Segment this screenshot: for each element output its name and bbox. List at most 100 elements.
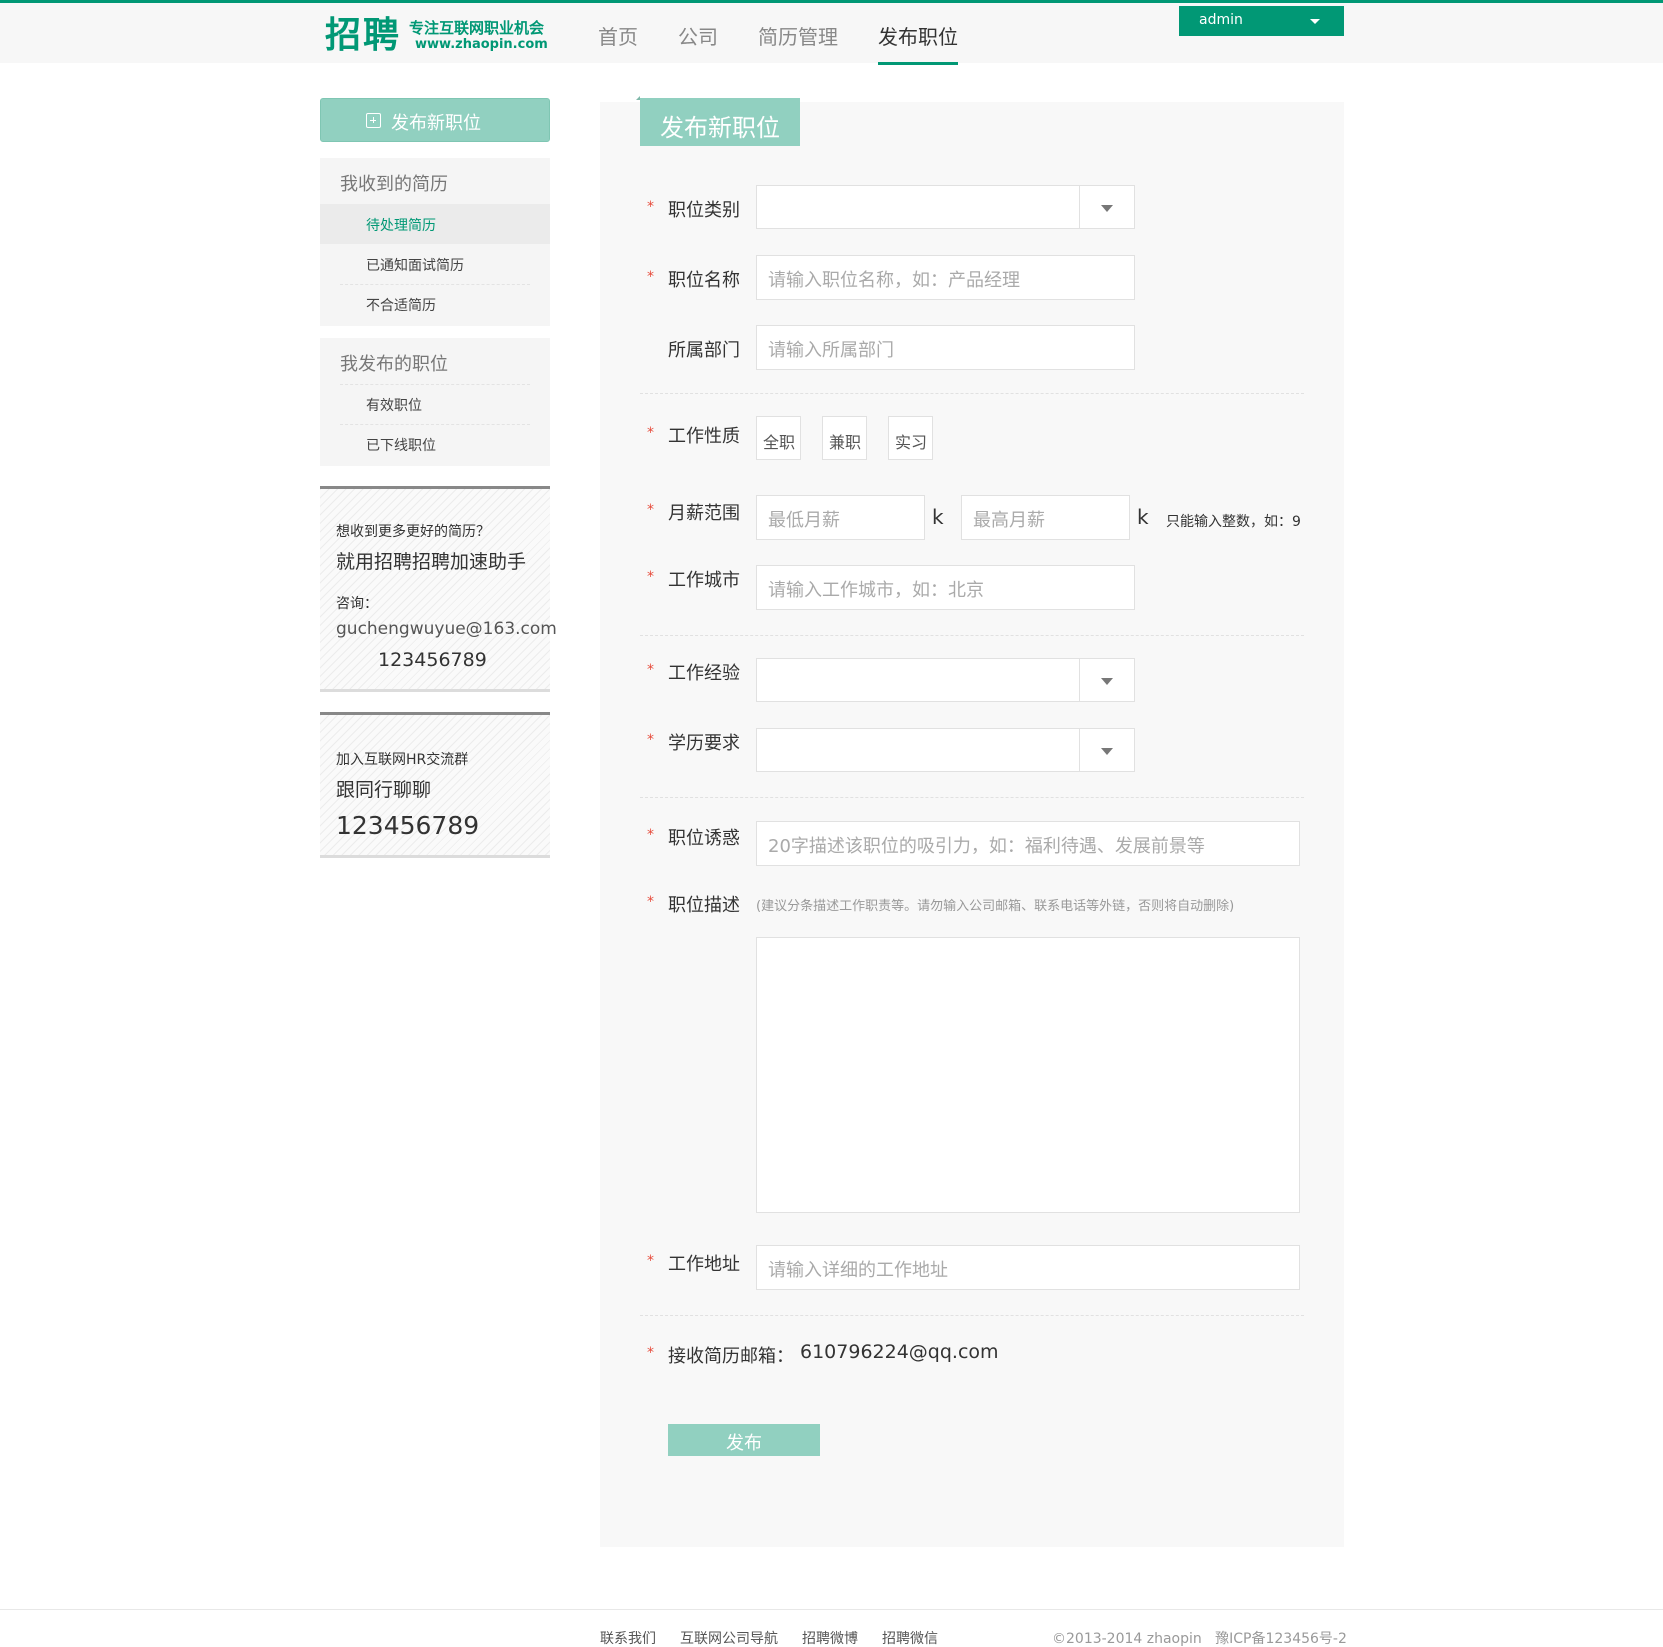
required-mark: *: [647, 894, 654, 910]
job-name-input[interactable]: 请输入职位名称，如：产品经理: [756, 255, 1135, 300]
promo-accelerator: 想收到更多更好的简历？ 就用招聘招聘加速助手 咨询： guchengwuyue@…: [320, 486, 557, 692]
required-mark: *: [647, 425, 654, 441]
job-description-label: 职位描述: [668, 895, 740, 916]
job-description-textarea[interactable]: [756, 937, 1300, 1213]
promo-line: 跟同行聊聊: [336, 779, 432, 801]
salary-hint: 只能输入整数，如：9: [1166, 514, 1301, 530]
job-type-label: 工作性质: [668, 426, 740, 447]
required-mark: *: [647, 502, 654, 518]
job-type-option-label: 全职: [763, 433, 796, 452]
copyright-text: ©2013-2014 zhaopin: [1052, 1631, 1202, 1647]
section-divider: [640, 797, 1304, 798]
footer-link-contact[interactable]: 联系我们: [600, 1628, 656, 1647]
footer-copyright: ©2013-2014 zhaopin 豫ICP备123456号-2: [1052, 1628, 1347, 1647]
job-type-internship[interactable]: 实习: [888, 416, 933, 460]
address-placeholder: 请输入详细的工作地址: [768, 1260, 948, 1281]
select-toggle[interactable]: [1079, 659, 1134, 701]
job-lure-input[interactable]: 20字描述该职位的吸引力，如：福利待遇、发展前景等: [756, 821, 1300, 866]
promo-phone: 123456789: [378, 649, 487, 671]
nav-publish-job[interactable]: 发布职位: [878, 21, 958, 50]
required-mark: *: [647, 199, 654, 215]
required-mark: *: [647, 662, 654, 678]
salary-min-input[interactable]: 最低月薪: [756, 495, 925, 540]
experience-label: 工作经验: [668, 663, 740, 684]
promo-email: guchengwuyue@163.com: [336, 619, 557, 639]
select-toggle[interactable]: [1079, 729, 1134, 771]
menu-item-unsuitable-resumes[interactable]: 不合适简历: [320, 284, 550, 324]
menu-item-offline-jobs[interactable]: 已下线职位: [320, 424, 550, 464]
menu-item-label: 已下线职位: [366, 438, 436, 454]
nav-active-indicator: [878, 62, 958, 65]
user-name: admin: [1199, 12, 1243, 28]
promo-line: 加入互联网HR交流群: [336, 752, 469, 768]
form-title: 发布新职位: [636, 96, 800, 146]
publish-new-job-label: 发布新职位: [391, 113, 481, 134]
footer-link-company-nav[interactable]: 互联网公司导航: [680, 1628, 778, 1647]
form-title-text: 发布新职位: [660, 114, 780, 142]
promo-hr-group: 加入互联网HR交流群 跟同行聊聊 123456789: [320, 712, 550, 858]
menu-item-pending-resumes[interactable]: 待处理简历: [320, 204, 550, 244]
job-lure-placeholder: 20字描述该职位的吸引力，如：福利待遇、发展前景等: [768, 836, 1205, 857]
section-divider: [640, 1315, 1304, 1316]
publish-job-form: 发布新职位 * 职位类别 * 职位名称 请输入职位名称，如：产品经理 所属部门 …: [600, 96, 1344, 1547]
job-type-option-label: 实习: [895, 433, 928, 452]
salary-max-placeholder: 最高月薪: [973, 510, 1045, 531]
required-mark: *: [647, 827, 654, 843]
menu-item-active-jobs[interactable]: 有效职位: [320, 384, 550, 424]
caret-down-icon: [1310, 19, 1320, 24]
address-input[interactable]: 请输入详细的工作地址: [756, 1245, 1300, 1290]
job-name-placeholder: 请输入职位名称，如：产品经理: [768, 270, 1020, 291]
promo-line: 咨询：: [336, 596, 378, 612]
job-lure-label: 职位诱惑: [668, 828, 740, 849]
nav-resume-management[interactable]: 简历管理: [758, 21, 838, 50]
job-name-label: 职位名称: [668, 270, 740, 291]
resume-email-label: 接收简历邮箱：: [668, 1346, 794, 1367]
salary-max-unit: k: [1137, 505, 1149, 529]
menu-item-label: 已通知面试简历: [366, 258, 464, 274]
department-input[interactable]: 请输入所属部门: [756, 325, 1135, 370]
department-placeholder: 请输入所属部门: [768, 340, 894, 361]
submit-button-label: 发布: [726, 1433, 762, 1454]
menu-item-label: 待处理简历: [366, 218, 436, 234]
education-select[interactable]: [756, 728, 1135, 772]
site-logo[interactable]: 招聘 专注互联网职业机会 www.zhaopin.com: [325, 15, 555, 60]
triangle-down-icon: [1101, 205, 1113, 212]
promo-line: 想收到更多更好的简历？: [336, 524, 490, 540]
resume-email-value: 610796224@qq.com: [800, 1341, 999, 1363]
top-header: 招聘 专注互联网职业机会 www.zhaopin.com 首页 公司 简历管理 …: [0, 0, 1663, 65]
logo-url: www.zhaopin.com: [415, 37, 548, 52]
user-dropdown[interactable]: admin: [1179, 6, 1344, 36]
category-label: 职位类别: [668, 200, 740, 221]
logo-slogan: 专注互联网职业机会: [409, 19, 545, 37]
job-type-fulltime[interactable]: 全职: [756, 416, 801, 460]
footer-link-weibo[interactable]: 招聘微博: [802, 1628, 858, 1647]
published-jobs-title: 我发布的职位: [340, 354, 448, 375]
received-resumes-title: 我收到的简历: [340, 174, 448, 195]
select-toggle[interactable]: [1079, 186, 1134, 228]
promo-line: 就用招聘招聘加速助手: [336, 551, 527, 573]
triangle-down-icon: [1101, 678, 1113, 685]
job-type-parttime[interactable]: 兼职: [822, 416, 867, 460]
page-footer: 联系我们 互联网公司导航 招聘微博 招聘微信 ©2013-2014 zhaopi…: [0, 1609, 1663, 1647]
category-select[interactable]: [756, 185, 1135, 229]
salary-max-input[interactable]: 最高月薪: [961, 495, 1130, 540]
city-input[interactable]: 请输入工作城市，如：北京: [756, 565, 1135, 610]
experience-select[interactable]: [756, 658, 1135, 702]
publish-new-job-button[interactable]: 发布新职位: [320, 98, 550, 142]
nav-home[interactable]: 首页: [598, 21, 638, 50]
received-resumes-menu: 我收到的简历 待处理简历 已通知面试简历 不合适简历: [320, 158, 550, 326]
triangle-down-icon: [1101, 748, 1113, 755]
required-mark: *: [647, 1253, 654, 1269]
menu-item-interview-resumes[interactable]: 已通知面试简历: [320, 244, 550, 284]
published-jobs-menu: 我发布的职位 有效职位 已下线职位: [320, 338, 550, 466]
footer-link-wechat[interactable]: 招聘微信: [882, 1628, 938, 1647]
salary-min-unit: k: [932, 505, 944, 529]
education-label: 学历要求: [668, 733, 740, 754]
address-label: 工作地址: [668, 1254, 740, 1275]
nav-company[interactable]: 公司: [678, 21, 718, 50]
submit-button[interactable]: 发布: [668, 1424, 820, 1456]
job-type-option-label: 兼职: [829, 433, 862, 452]
city-placeholder: 请输入工作城市，如：北京: [768, 580, 984, 601]
section-divider: [640, 635, 1304, 636]
menu-item-label: 不合适简历: [366, 298, 436, 314]
